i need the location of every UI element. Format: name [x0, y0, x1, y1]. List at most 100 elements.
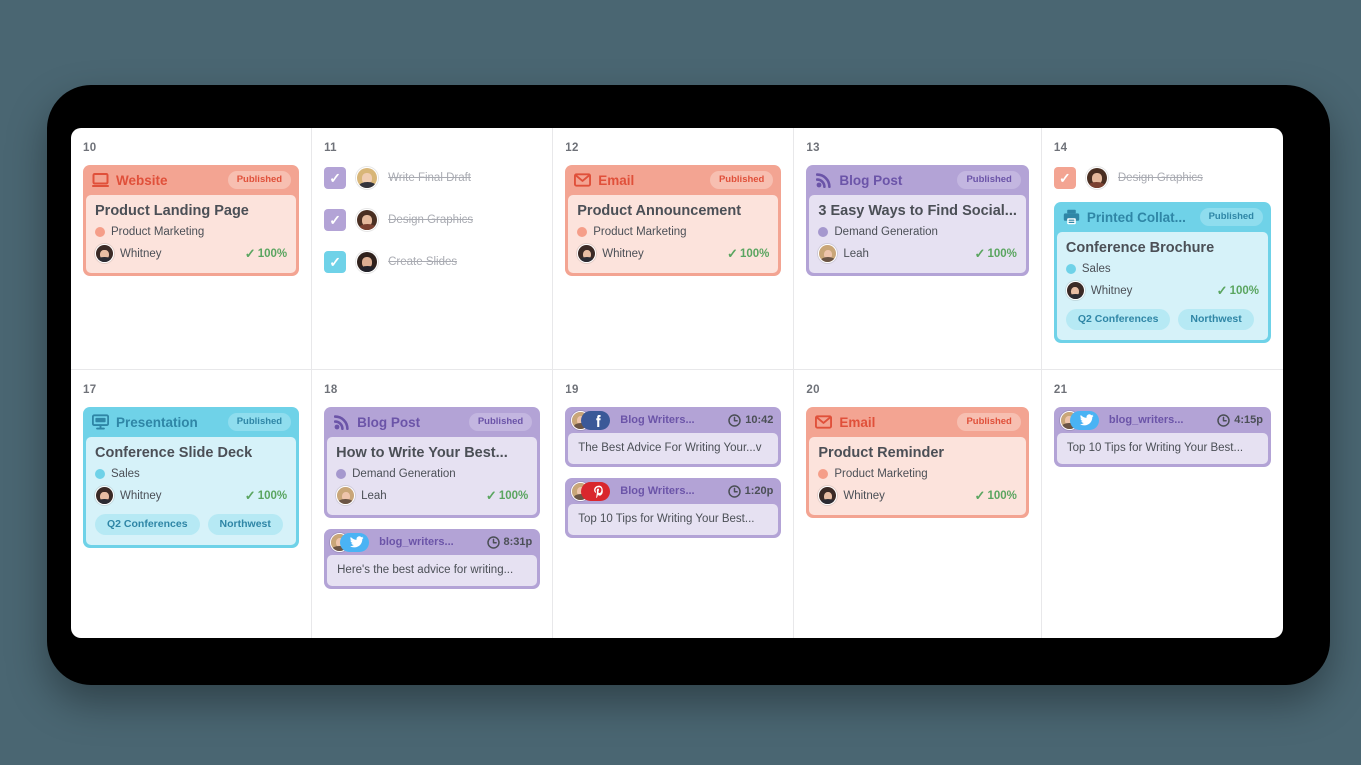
campaign-color-dot	[95, 469, 105, 480]
campaign-color-dot	[95, 227, 105, 238]
social-post-card[interactable]: blog_writers... 8:31p Here's the best ad…	[324, 529, 541, 590]
assignee[interactable]: Whitney	[95, 486, 162, 506]
card-title: 3 Easy Ways to Find Social...	[818, 203, 1017, 219]
task-row[interactable]: ✓ Design Graphics	[1053, 165, 1271, 191]
day-cell-10[interactable]: 10 Website Published Product Landing Pag…	[71, 128, 313, 370]
task-checkbox[interactable]: ✓	[1053, 167, 1076, 189]
avatar	[1085, 167, 1108, 189]
content-card[interactable]: Email Published Product Reminder Product…	[806, 407, 1029, 519]
day-cell-14[interactable]: 14 ✓ Design Graphics Printed Collat... P…	[1041, 128, 1283, 370]
card-tag[interactable]: Q2 Conferences	[1065, 309, 1171, 331]
assignee[interactable]: Whitney	[95, 244, 162, 264]
twitter-icon	[1069, 410, 1099, 430]
assignee-name: Whitney	[602, 247, 644, 260]
task-checkbox[interactable]: ✓	[324, 167, 347, 189]
progress-value: 100%	[257, 247, 288, 260]
social-post-time: 10:42	[728, 413, 773, 427]
printer-icon	[1063, 209, 1080, 226]
task-list: ✓ Write Final Draft ✓ Design Graphics ✓ …	[324, 165, 540, 275]
card-body: Product Landing Page Product Marketing W…	[86, 195, 297, 274]
card-body: Conference Slide Deck Sales Whitney ✓ 10…	[86, 437, 297, 546]
card-footer: Whitney ✓ 100%	[95, 486, 287, 506]
assignee[interactable]: Leah	[336, 486, 387, 506]
day-cell-21[interactable]: 21 blog_writers... 4:15p Top 10 Tips for…	[1042, 370, 1283, 638]
day-cell-12[interactable]: 12 Email Published Product Announcement …	[553, 128, 795, 370]
card-title: How to Write Your Best...	[336, 445, 508, 461]
day-cell-17[interactable]: 17 Presentation Published Conference Sli…	[71, 370, 313, 638]
content-card[interactable]: Printed Collat... Published Conference B…	[1053, 202, 1271, 344]
card-campaign: Sales	[1065, 263, 1259, 275]
email-envelope-icon	[574, 172, 592, 189]
social-post-time: 4:15p	[1217, 413, 1263, 427]
task-checkbox[interactable]: ✓	[324, 251, 347, 273]
social-post-card[interactable]: blog_writers... 4:15p Top 10 Tips for Wr…	[1053, 407, 1271, 467]
card-header: Email Published	[806, 407, 1029, 437]
check-icon: ✓	[1216, 283, 1228, 299]
progress-indicator: ✓ 100%	[975, 489, 1017, 502]
day-cell-11[interactable]: 11 ✓ Write Final Draft ✓ Design Graphics…	[312, 128, 554, 370]
day-number: 19	[565, 384, 579, 396]
content-calendar-grid: 10 Website Published Product Landing Pag…	[71, 128, 1283, 638]
task-label: Write Final Draft	[388, 172, 471, 184]
card-campaign: Product Marketing	[818, 468, 1017, 480]
day-number: 10	[83, 142, 97, 154]
day-cell-13[interactable]: 13 Blog Post Published 3 Easy Ways to Fi…	[794, 128, 1042, 370]
campaign-label: Demand Generation	[352, 468, 456, 481]
social-post-card[interactable]: Blog Writers... 1:20p Top 10 Tips for Wr…	[565, 478, 782, 538]
clock-icon	[486, 536, 500, 549]
avatar	[1065, 281, 1085, 301]
assignee[interactable]: Whitney	[577, 244, 644, 264]
progress-value: 100%	[1229, 284, 1259, 297]
check-icon: ✓	[974, 246, 986, 262]
content-card[interactable]: Presentation Published Conference Slide …	[83, 407, 300, 549]
social-handle: blog_writers...	[1108, 414, 1184, 426]
card-tag[interactable]: Q2 Conferences	[95, 514, 200, 536]
pinterest-icon	[581, 481, 611, 501]
content-card[interactable]: Website Published Product Landing Page P…	[83, 165, 300, 277]
card-tag[interactable]: Northwest	[1178, 309, 1254, 331]
campaign-color-dot	[336, 469, 347, 480]
clock-icon	[728, 413, 741, 427]
card-body: 3 Easy Ways to Find Social... Demand Gen…	[809, 195, 1026, 274]
card-type-label: Blog Post	[839, 172, 903, 188]
task-row[interactable]: ✓ Create Slides	[324, 249, 540, 275]
card-footer: Whitney ✓ 100%	[818, 486, 1017, 506]
status-badge: Published	[227, 171, 292, 189]
progress-indicator: ✓ 100%	[486, 489, 528, 502]
facebook-icon	[581, 410, 611, 430]
social-post-time: 1:20p	[727, 484, 774, 498]
time-value: 1:20p	[744, 485, 774, 497]
progress-value: 100%	[987, 489, 1017, 502]
status-badge: Published	[957, 171, 1021, 189]
social-account	[330, 532, 370, 552]
content-card[interactable]: Blog Post Published 3 Easy Ways to Find …	[806, 165, 1029, 277]
campaign-label: Demand Generation	[834, 226, 938, 239]
day-cell-19[interactable]: 19 Blog Writers... 10:42 The Best Advice…	[553, 370, 795, 638]
time-value: 8:31p	[503, 536, 533, 549]
day-cell-18[interactable]: 18 Blog Post Published How to Write Your…	[312, 370, 554, 638]
card-footer: Whitney ✓ 100%	[95, 244, 288, 264]
content-card[interactable]: Blog Post Published How to Write Your Be…	[324, 407, 541, 519]
card-type-label: Presentation	[116, 414, 198, 430]
task-checkbox[interactable]: ✓	[324, 209, 347, 231]
blog-rss-icon	[333, 414, 350, 431]
tag-row: Q2 Conferences Northwest	[1065, 309, 1259, 331]
card-tag[interactable]: Northwest	[207, 514, 283, 536]
assignee[interactable]: Whitney	[818, 486, 885, 506]
assignee[interactable]: Leah	[818, 244, 869, 264]
day-items: Presentation Published Conference Slide …	[83, 407, 300, 549]
day-items: Email Published Product Reminder Product…	[806, 407, 1029, 519]
social-post-card[interactable]: Blog Writers... 10:42 The Best Advice Fo…	[565, 407, 782, 467]
day-cell-20[interactable]: 20 Email Published Product Reminder Prod…	[794, 370, 1042, 638]
task-list: ✓ Design Graphics	[1053, 165, 1271, 191]
task-row[interactable]: ✓ Design Graphics	[324, 207, 540, 233]
assignee[interactable]: Whitney	[1065, 281, 1132, 301]
day-items: Blog Post Published How to Write Your Be…	[324, 407, 541, 590]
task-row[interactable]: ✓ Write Final Draft	[324, 165, 540, 191]
social-post-message: Here's the best advice for writing...	[327, 555, 538, 587]
avatar	[356, 209, 379, 231]
day-number: 18	[324, 384, 338, 396]
day-number: 11	[324, 142, 337, 154]
assignee-name: Leah	[843, 247, 869, 260]
content-card[interactable]: Email Published Product Announcement Pro…	[565, 165, 782, 277]
